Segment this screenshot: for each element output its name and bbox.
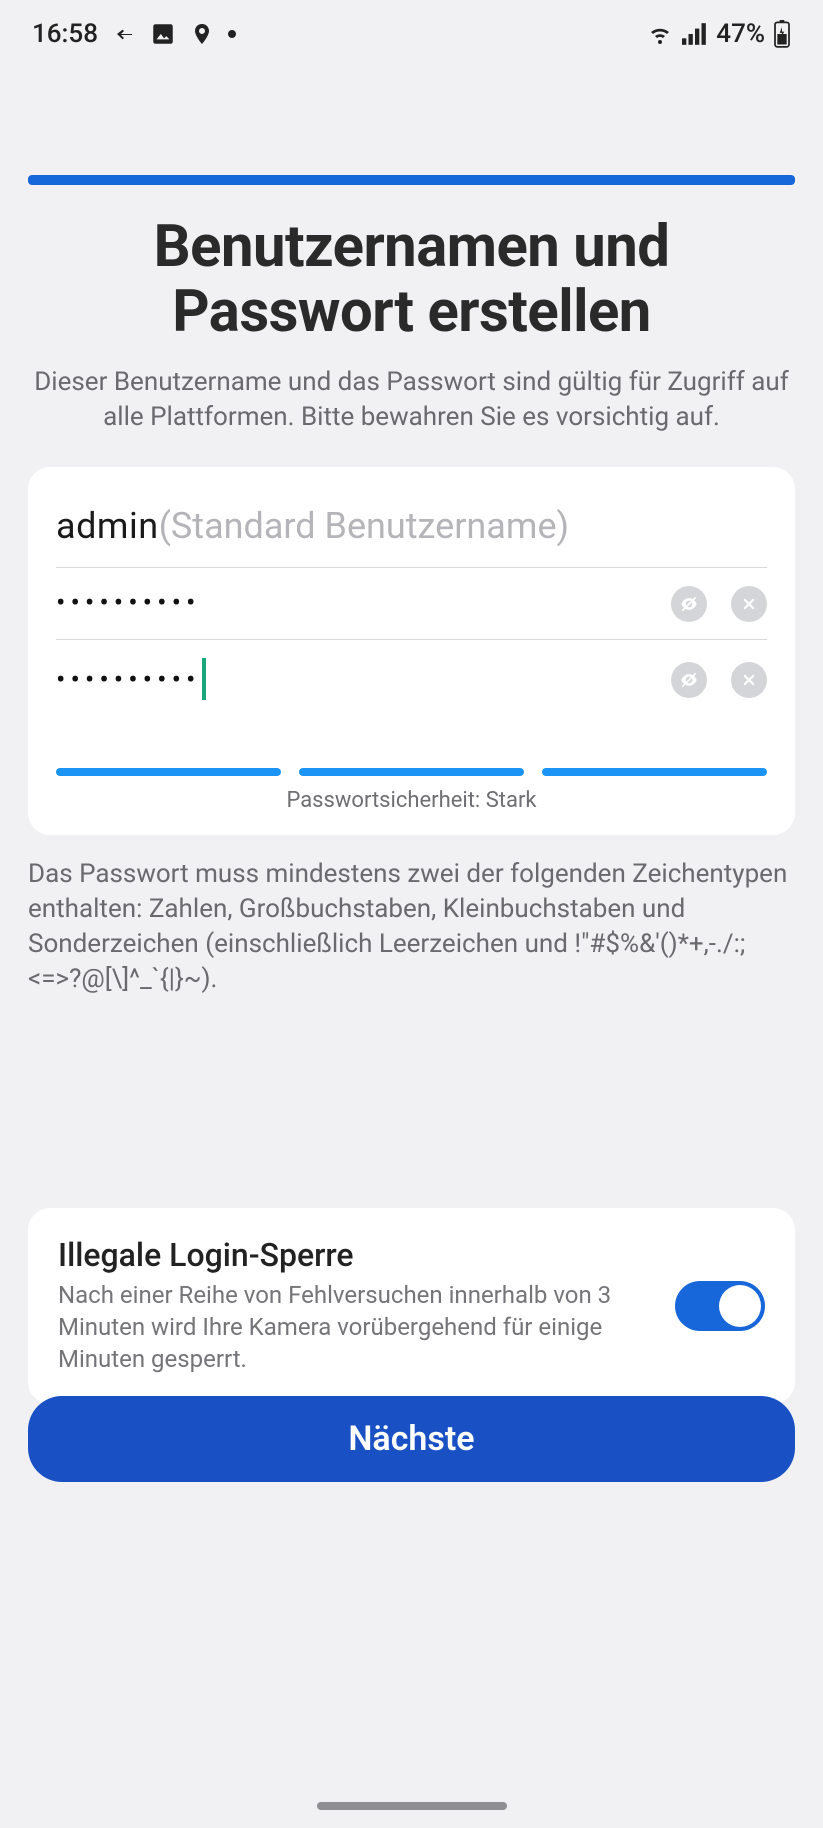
strength-bar-2	[299, 768, 524, 776]
password-field[interactable]: ••••••••••	[56, 568, 767, 640]
page-content: Benutzernamen und Passwort erstellen Die…	[28, 215, 795, 997]
clear-icon[interactable]	[731, 662, 767, 698]
username-suffix: (Standard Benutzername)	[159, 505, 569, 547]
location-icon	[190, 20, 214, 48]
text-cursor	[202, 658, 206, 700]
username-field[interactable]: admin(Standard Benutzername)	[56, 499, 767, 568]
strength-bar-3	[542, 768, 767, 776]
page-title: Benutzernamen und Passwort erstellen	[28, 215, 795, 345]
battery-icon	[773, 20, 791, 48]
arrow-icon	[112, 22, 136, 46]
lock-description: Nach einer Reihe von Fehlversuchen inner…	[58, 1280, 655, 1376]
illegal-login-lock-card: Illegale Login-Sperre Nach einer Reihe v…	[28, 1208, 795, 1404]
lock-toggle[interactable]	[675, 1281, 765, 1331]
username-value: admin	[56, 505, 159, 547]
clear-icon[interactable]	[731, 586, 767, 622]
strength-bars	[56, 768, 767, 776]
toggle-knob	[719, 1285, 761, 1327]
lock-title: Illegale Login-Sperre	[58, 1236, 655, 1274]
battery-percent: 47%	[716, 19, 765, 49]
password-hint: Das Passwort muss mindestens zwei der fo…	[28, 857, 795, 997]
credentials-card: admin(Standard Benutzername) •••••••••• …	[28, 467, 795, 835]
password-confirm-masked: ••••••••••	[56, 663, 200, 696]
password-confirm-field[interactable]: ••••••••••	[56, 640, 767, 720]
clock: 16:58	[32, 19, 98, 49]
signal-icon	[682, 23, 708, 45]
status-left: 16:58	[32, 19, 236, 49]
page-subtitle: Dieser Benutzername und das Passwort sin…	[28, 365, 795, 435]
eye-off-icon[interactable]	[671, 586, 707, 622]
nav-indicator[interactable]	[317, 1802, 507, 1810]
strength-bar-1	[56, 768, 281, 776]
progress-bar	[28, 175, 795, 185]
dot-icon	[228, 30, 236, 38]
image-icon	[150, 21, 176, 47]
strength-label: Passwortsicherheit: Stark	[56, 788, 767, 813]
password-masked: ••••••••••	[56, 586, 200, 619]
eye-off-icon[interactable]	[671, 662, 707, 698]
status-bar: 16:58 47%	[0, 0, 823, 68]
next-button[interactable]: Nächste	[28, 1396, 795, 1482]
status-right: 47%	[646, 19, 791, 49]
wifi-icon	[646, 22, 674, 46]
